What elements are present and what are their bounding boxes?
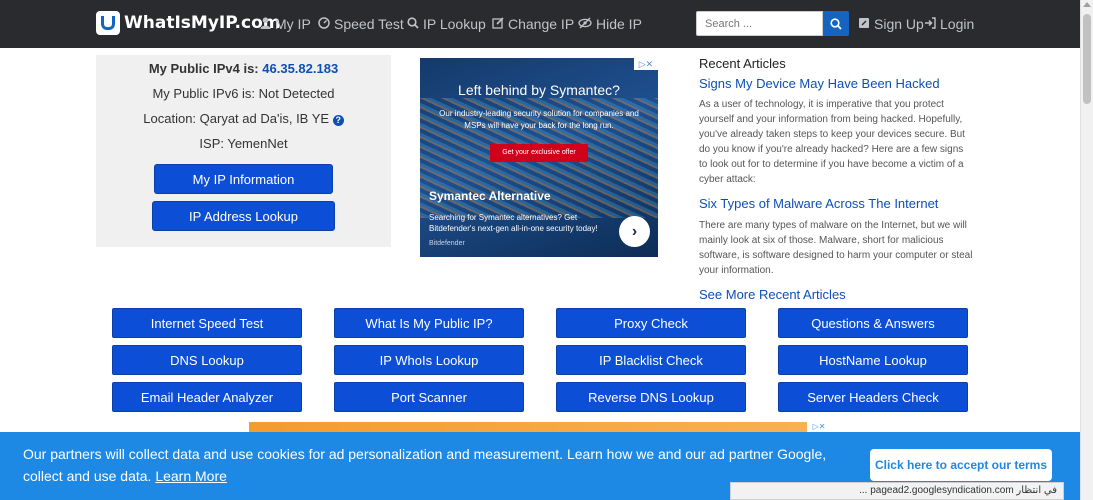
nav-ip-lookup-label: IP Lookup [423,16,486,32]
ip-address-lookup-button[interactable]: IP Address Lookup [152,201,335,231]
advertisement-banner[interactable]: ▷✕ Left behind by Symantec? Our industry… [420,58,658,257]
ip-info-panel: My Public IPv4 is: 46.35.82.183 My Publi… [96,55,391,247]
nav-my-ip[interactable]: My IP [260,16,311,32]
advertisement-strip[interactable] [249,422,831,432]
recent-articles-heading: Recent Articles [699,56,786,71]
sign-in-icon [924,16,936,32]
nav-change-ip-label: Change IP [508,16,575,32]
question-circle-icon[interactable]: ? [332,115,344,126]
ipv4-line: My Public IPv4 is: 46.35.82.183 [96,61,391,76]
cookie-text: Our partners will collect data and use c… [23,446,827,484]
dashboard-icon [318,16,330,32]
scroll-thumb[interactable] [1083,14,1091,104]
article-excerpt-1: As a user of technology, it is imperativ… [699,99,965,185]
eye-slash-icon [578,17,592,32]
ipv4-value[interactable]: 46.35.82.183 [262,61,338,76]
logo-icon [96,11,120,35]
chevron-right-icon[interactable]: › [619,216,650,247]
ipv4-label: My Public IPv4 is: [148,61,259,76]
ad-close-icon[interactable]: ▷✕ [807,422,831,432]
tool-button[interactable]: Email Header Analyzer [112,382,302,412]
ad-subtitle: Our industry-leading security solution f… [439,109,639,130]
nav-sign-up[interactable]: Sign Up [858,16,924,32]
search-icon [830,17,842,30]
tool-button[interactable]: IP WhoIs Lookup [334,345,524,375]
ad-text: Searching for Symantec alternatives? Get… [429,213,598,233]
nav-change-ip[interactable]: Change IP [492,16,574,32]
nav-my-ip-label: My IP [275,16,311,32]
edit-icon [492,16,504,32]
location-text: Location: Qaryat ad Da'is, IB YE [143,111,330,126]
isp-line: ISP: YemenNet [199,136,288,151]
tool-button[interactable]: DNS Lookup [112,345,302,375]
ad-cta-button[interactable]: Get your exclusive offer [490,144,588,162]
tool-button[interactable]: Port Scanner [334,382,524,412]
logo-text: WhatIsMyIP.com [124,13,281,33]
nav-sign-up-label: Sign Up [874,16,924,32]
cookie-message: Our partners will collect data and use c… [23,443,858,487]
nav-login-label: Login [940,16,975,32]
my-ip-information-button[interactable]: My IP Information [154,164,333,194]
top-navbar: WhatIsMyIP.com My IP Speed Test IP Looku… [0,0,1080,48]
edit-square-icon [858,17,870,32]
tool-button[interactable]: Proxy Check [556,308,746,338]
nav-speed-test-label: Speed Test [334,16,404,32]
ad-title: Left behind by Symantec? [458,82,620,98]
article-link-2[interactable]: Six Types of Malware Across The Internet [699,196,938,211]
ad-close-icon[interactable]: ▷✕ [634,58,658,70]
scroll-up-arrow-icon[interactable] [1083,2,1091,7]
tool-button[interactable]: What Is My Public IP? [334,308,524,338]
article-excerpt-2: There are many types of malware on the I… [699,220,973,276]
tool-button[interactable]: HostName Lookup [778,345,968,375]
learn-more-link[interactable]: Learn More [155,468,227,484]
nav-speed-test[interactable]: Speed Test [318,16,404,32]
search-button[interactable] [823,11,849,36]
nav-login[interactable]: Login [924,16,974,32]
search-icon [407,16,419,32]
accept-terms-button[interactable]: Click here to accept our terms [870,449,1052,481]
browser-status-bar: في انتظار pagead2.googlesyndication.com … [730,482,1064,500]
ad-heading: Symantec Alternative [429,189,551,203]
site-logo[interactable]: WhatIsMyIP.com [96,11,281,35]
location-line: Location: Qaryat ad Da'is, IB YE ? [96,111,391,126]
nav-hide-ip-label: Hide IP [596,16,642,32]
tool-button[interactable]: Questions & Answers [778,308,968,338]
article-link-1[interactable]: Signs My Device May Have Been Hacked [699,76,940,91]
ipv6-line: My Public IPv6 is: Not Detected [152,86,335,101]
see-more-articles-link[interactable]: See More Recent Articles [699,287,846,302]
nav-ip-lookup[interactable]: IP Lookup [407,16,486,32]
ad-brand: Bitdefender [429,240,465,247]
user-icon [260,16,271,32]
search-input[interactable] [696,11,823,36]
tool-button[interactable]: IP Blacklist Check [556,345,746,375]
page-scrollbar[interactable] [1080,0,1093,500]
tool-button[interactable]: Internet Speed Test [112,308,302,338]
nav-hide-ip[interactable]: Hide IP [578,16,642,32]
tool-button[interactable]: Server Headers Check [778,382,968,412]
tool-button[interactable]: Reverse DNS Lookup [556,382,746,412]
